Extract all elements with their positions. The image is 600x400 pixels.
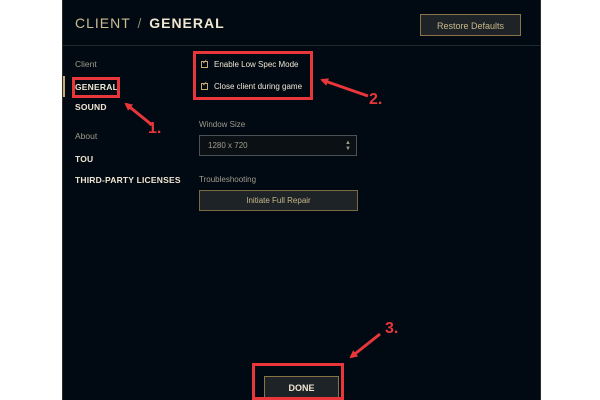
annotation-step1: 1. bbox=[148, 120, 162, 137]
annotation-arrows bbox=[124, 78, 381, 359]
annotation-step2: 2. bbox=[369, 91, 383, 108]
annotation-step3: 3. bbox=[385, 320, 399, 337]
arrow-step2 bbox=[320, 78, 369, 98]
arrow-step3 bbox=[349, 332, 381, 359]
